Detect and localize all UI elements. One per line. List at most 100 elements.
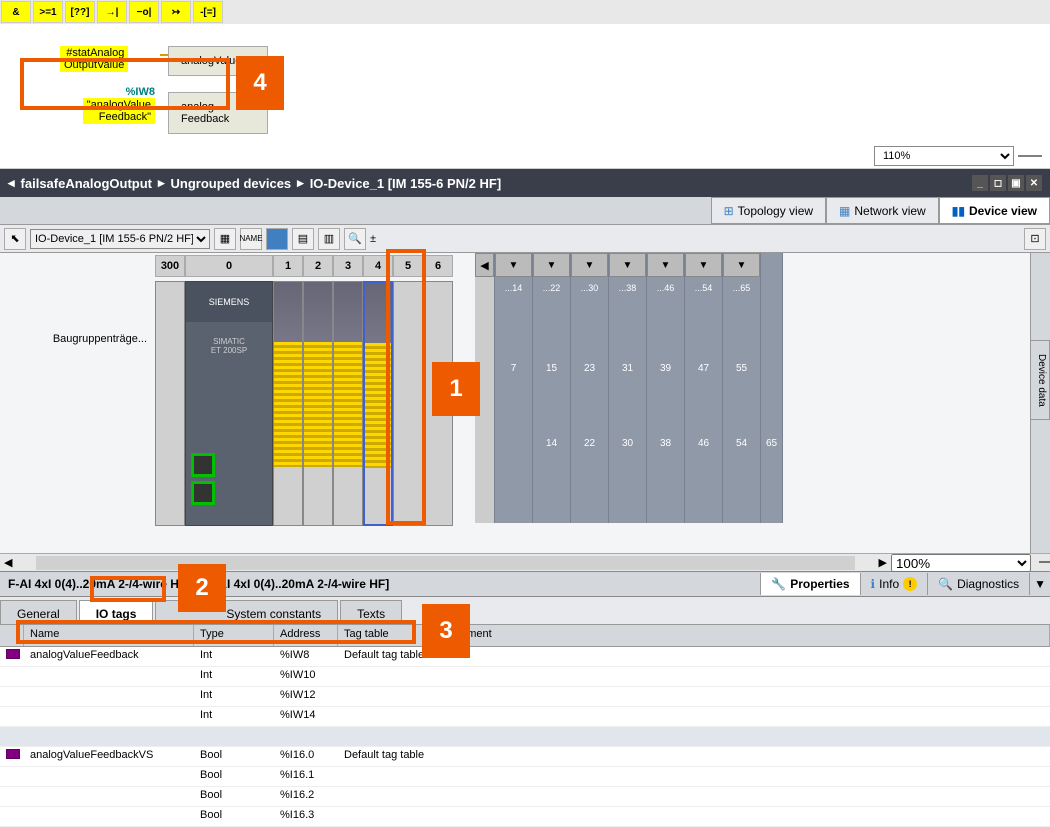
cell-name[interactable]: [24, 787, 194, 806]
cell-name[interactable]: [24, 687, 194, 706]
cell-tagtable[interactable]: Default tag table: [338, 747, 438, 766]
cpu-port-2[interactable]: [191, 481, 215, 505]
cell-name[interactable]: [24, 767, 194, 786]
cell-comment[interactable]: [438, 707, 1050, 726]
cell-comment[interactable]: [438, 747, 1050, 766]
table-row[interactable]: analogValueFeedbackVSBool%I16.0Default t…: [0, 747, 1050, 767]
table-row[interactable]: Bool%I16.3: [0, 807, 1050, 827]
slot-0[interactable]: 0: [185, 255, 273, 277]
toolbar-compare[interactable]: -[=]: [193, 1, 223, 23]
cell-address[interactable]: %I16.2: [274, 787, 338, 806]
exp-col-4[interactable]: ▼...463938: [647, 253, 685, 523]
slot-1[interactable]: 1: [273, 255, 303, 277]
device-tb-icon-3[interactable]: [266, 228, 288, 250]
zoom-select-editor[interactable]: 110%: [874, 146, 1014, 166]
cell-name[interactable]: [24, 707, 194, 726]
props-collapse-icon[interactable]: ▼: [1029, 573, 1050, 595]
breadcrumb-part-0[interactable]: failsafeAnalogOutput: [21, 176, 152, 191]
tab-topology[interactable]: ⊞ Topology view: [711, 197, 826, 224]
toolbar-branch[interactable]: ↣: [161, 1, 191, 23]
device-tb-icon-5[interactable]: ▥: [318, 228, 340, 250]
cell-type[interactable]: Int: [194, 707, 274, 726]
table-row[interactable]: Int%IW10: [0, 667, 1050, 687]
cell-tagtable[interactable]: [338, 807, 438, 826]
cell-comment[interactable]: [438, 647, 1050, 666]
table-row[interactable]: Bool%I16.1: [0, 767, 1050, 787]
side-panel-device-data[interactable]: Device data: [1030, 340, 1050, 420]
cell-address[interactable]: %IW10: [274, 667, 338, 686]
rack-module-3[interactable]: [333, 281, 363, 526]
exp-col-5[interactable]: ▼...544746: [685, 253, 723, 523]
tab-network[interactable]: ▦ Network view: [826, 197, 939, 224]
cell-comment[interactable]: [438, 807, 1050, 826]
device-rack-area[interactable]: 300 0 1 2 3 4 5 6 SIEMENS SIMATIC ET 200…: [155, 253, 1030, 553]
cell-type[interactable]: Bool: [194, 767, 274, 786]
table-row[interactable]: Int%IW14: [0, 707, 1050, 727]
cell-name[interactable]: [24, 667, 194, 686]
cell-tagtable[interactable]: [338, 707, 438, 726]
breadcrumb-part-1[interactable]: Ungrouped devices: [171, 176, 292, 191]
cell-type[interactable]: Int: [194, 687, 274, 706]
cell-comment[interactable]: [438, 767, 1050, 786]
exp-col-1[interactable]: ▼...221514: [533, 253, 571, 523]
tab-device[interactable]: ▮▮ Device view: [939, 197, 1050, 224]
exp-col-2[interactable]: ▼...302322: [571, 253, 609, 523]
tab-info[interactable]: ℹ Info !: [860, 573, 928, 595]
cell-name[interactable]: [24, 807, 194, 826]
maximize-icon[interactable]: ▣: [1008, 175, 1024, 191]
rack-module-2[interactable]: [303, 281, 333, 526]
restore-icon[interactable]: ◻: [990, 175, 1006, 191]
close-icon[interactable]: ✕: [1026, 175, 1042, 191]
cell-tagtable[interactable]: [338, 787, 438, 806]
toolbar-and[interactable]: &: [1, 1, 31, 23]
cell-type[interactable]: Bool: [194, 747, 274, 766]
rack-module-1[interactable]: [273, 281, 303, 526]
toolbar-assign[interactable]: →|: [97, 1, 127, 23]
device-nav-icon[interactable]: ⬉: [4, 228, 26, 250]
cell-address[interactable]: %I16.1: [274, 767, 338, 786]
cell-type[interactable]: Bool: [194, 807, 274, 826]
table-row[interactable]: analogValueFeedbackInt%IW8Default tag ta…: [0, 647, 1050, 667]
zoom-select-device[interactable]: 100%: [891, 554, 1031, 572]
cell-name[interactable]: analogValueFeedbackVS: [24, 747, 194, 766]
rack-slot-300[interactable]: [155, 281, 185, 526]
slot-6[interactable]: 6: [423, 255, 453, 277]
zoom-slider-device[interactable]: ⎯⎯: [1039, 556, 1050, 569]
device-select[interactable]: IO-Device_1 [IM 155-6 PN/2 HF]: [30, 229, 210, 249]
tab-diagnostics[interactable]: 🔍 Diagnostics: [927, 573, 1029, 595]
slot-2[interactable]: 2: [303, 255, 333, 277]
toolbar-geq1[interactable]: >=1: [33, 1, 63, 23]
cell-address[interactable]: %I16.0: [274, 747, 338, 766]
device-tb-icon-4[interactable]: ▤: [292, 228, 314, 250]
device-tb-icon-2[interactable]: NAME: [240, 228, 262, 250]
cell-type[interactable]: Bool: [194, 787, 274, 806]
cell-address[interactable]: %IW8: [274, 647, 338, 666]
cell-type[interactable]: Int: [194, 647, 274, 666]
cell-comment[interactable]: [438, 667, 1050, 686]
table-row[interactable]: Bool%I16.2: [0, 787, 1050, 807]
exp-scroll-left[interactable]: ◀: [475, 253, 494, 277]
zoom-plus-icon[interactable]: ±: [370, 233, 376, 245]
exp-col-7[interactable]: 65: [761, 253, 783, 523]
cell-comment[interactable]: [438, 787, 1050, 806]
cell-tagtable[interactable]: [338, 667, 438, 686]
device-tb-icon-right[interactable]: ⊡: [1024, 228, 1046, 250]
toolbar-unknown[interactable]: [??]: [65, 1, 95, 23]
rack-cpu-module[interactable]: SIEMENS SIMATIC ET 200SP: [185, 281, 273, 526]
slot-3[interactable]: 3: [333, 255, 363, 277]
cell-address[interactable]: %IW14: [274, 707, 338, 726]
table-row[interactable]: Int%IW12: [0, 687, 1050, 707]
breadcrumb-part-2[interactable]: IO-Device_1 [IM 155-6 PN/2 HF]: [310, 176, 501, 191]
table-row[interactable]: [0, 727, 1050, 747]
zoom-slider-icon[interactable]: ⎯⎯⎯: [1018, 147, 1042, 165]
col-comment[interactable]: Comment: [438, 625, 1050, 646]
cell-type[interactable]: Int: [194, 667, 274, 686]
device-view[interactable]: Baugruppenträge... 300 0 1 2 3 4 5 6 SIE…: [0, 253, 1050, 553]
exp-col-0[interactable]: ▼...147: [495, 253, 533, 523]
toolbar-neg[interactable]: −o|: [129, 1, 159, 23]
minimize-icon[interactable]: _: [972, 175, 988, 191]
zoom-in-icon[interactable]: 🔍: [344, 228, 366, 250]
slot-300[interactable]: 300: [155, 255, 185, 277]
cell-comment[interactable]: [438, 687, 1050, 706]
cpu-port-1[interactable]: [191, 453, 215, 477]
